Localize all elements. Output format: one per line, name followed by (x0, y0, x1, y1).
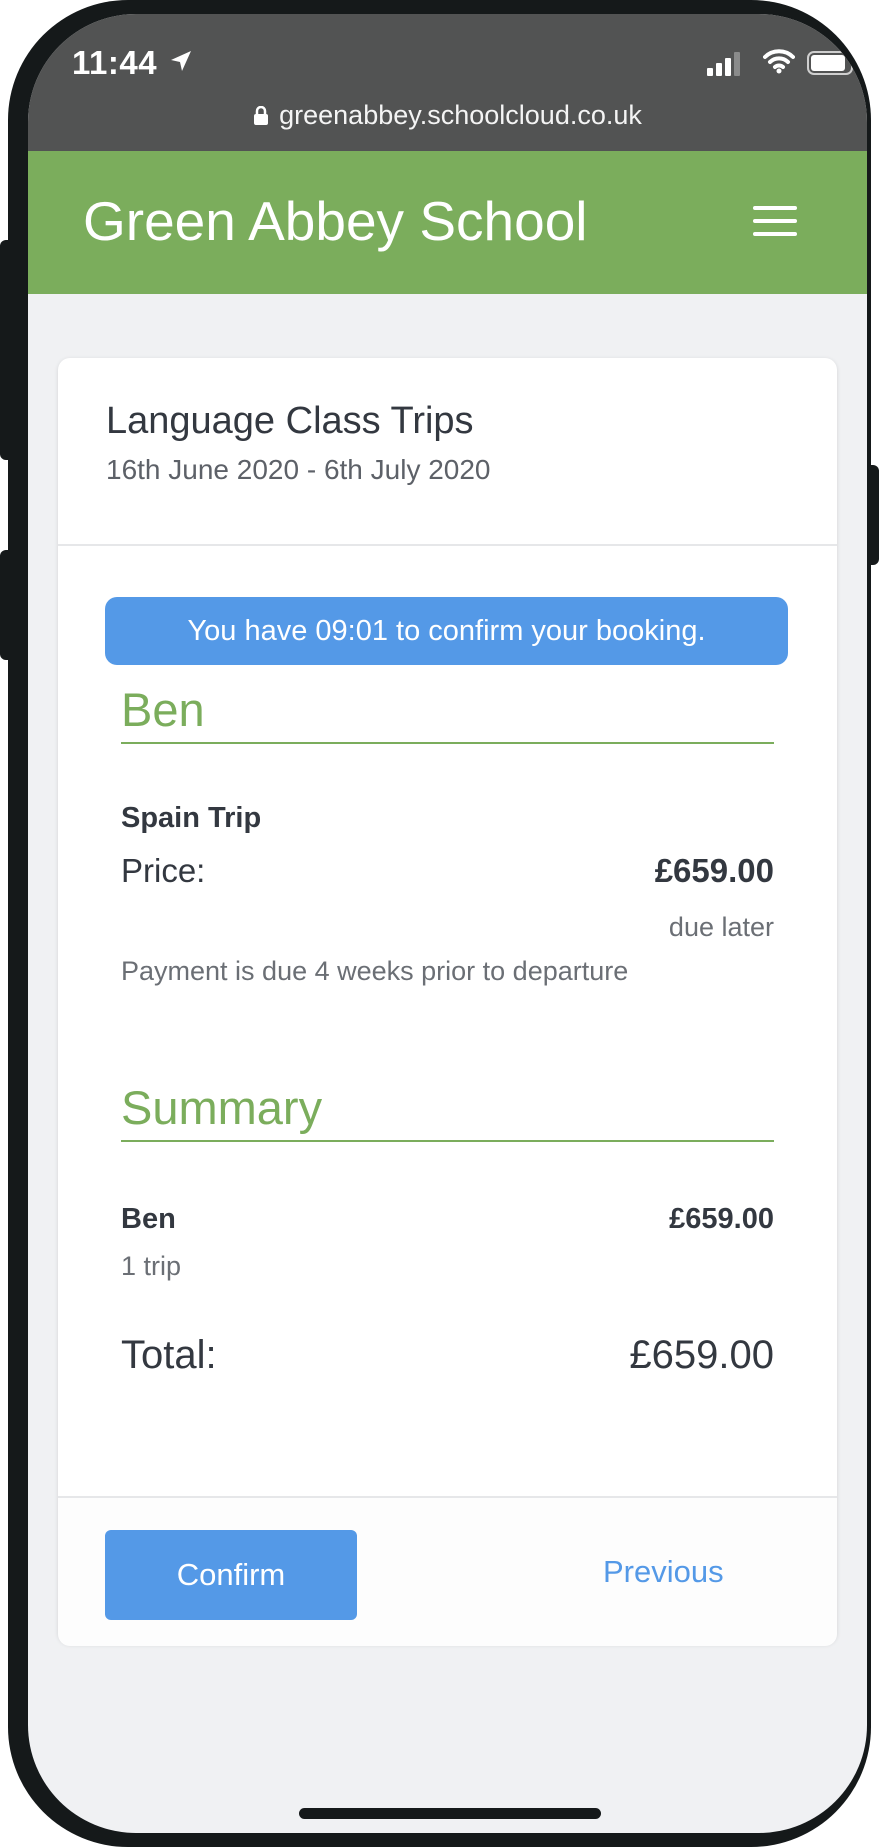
total-label: Total: (121, 1333, 217, 1377)
phone-frame: 11:44 greenabbey.schoolcloud.co.uk Green… (8, 0, 871, 1847)
due-note: due later (668, 912, 774, 942)
site-header: Green Abbey School (28, 151, 867, 294)
price-label: Price: (121, 852, 206, 889)
lock-icon (254, 106, 269, 125)
location-arrow-icon (171, 51, 191, 71)
summary-heading: Summary (121, 1080, 774, 1142)
trip-name: Spain Trip (121, 802, 262, 834)
payment-note: Payment is due 4 weeks prior to departur… (121, 956, 629, 986)
url-text: greenabbey.schoolcloud.co.uk (279, 100, 642, 130)
summary-student-amount: £659.00 (669, 1203, 774, 1235)
student-section-heading: Ben (121, 682, 774, 744)
summary-trip-count: 1 trip (121, 1251, 182, 1281)
address-bar[interactable]: greenabbey.schoolcloud.co.uk (28, 100, 867, 131)
hamburger-menu-icon[interactable] (753, 206, 797, 240)
total-value: £659.00 (629, 1333, 774, 1377)
battery-icon (807, 51, 858, 75)
phone-screen: 11:44 greenabbey.schoolcloud.co.uk Green… (28, 14, 867, 1833)
wifi-icon (763, 49, 795, 74)
cellular-signal-icon (707, 52, 740, 76)
summary-student-name: Ben (121, 1203, 176, 1235)
booking-timer-banner: You have 09:01 to confirm your booking. (105, 597, 788, 665)
previous-link[interactable]: Previous (603, 1554, 724, 1590)
page-title: Language Class Trips (106, 400, 474, 442)
booking-card: Language Class Trips 16th June 2020 - 6t… (58, 358, 837, 1646)
card-header: Language Class Trips 16th June 2020 - 6t… (58, 358, 837, 546)
status-bar: 11:44 greenabbey.schoolcloud.co.uk (28, 14, 867, 151)
card-footer: Confirm Previous (58, 1496, 837, 1646)
home-indicator (299, 1808, 601, 1819)
trip-dates: 16th June 2020 - 6th July 2020 (106, 454, 491, 485)
status-time: 11:44 (72, 44, 158, 81)
school-name: Green Abbey School (83, 190, 588, 252)
confirm-button[interactable]: Confirm (105, 1530, 357, 1620)
price-value: £659.00 (654, 852, 774, 889)
